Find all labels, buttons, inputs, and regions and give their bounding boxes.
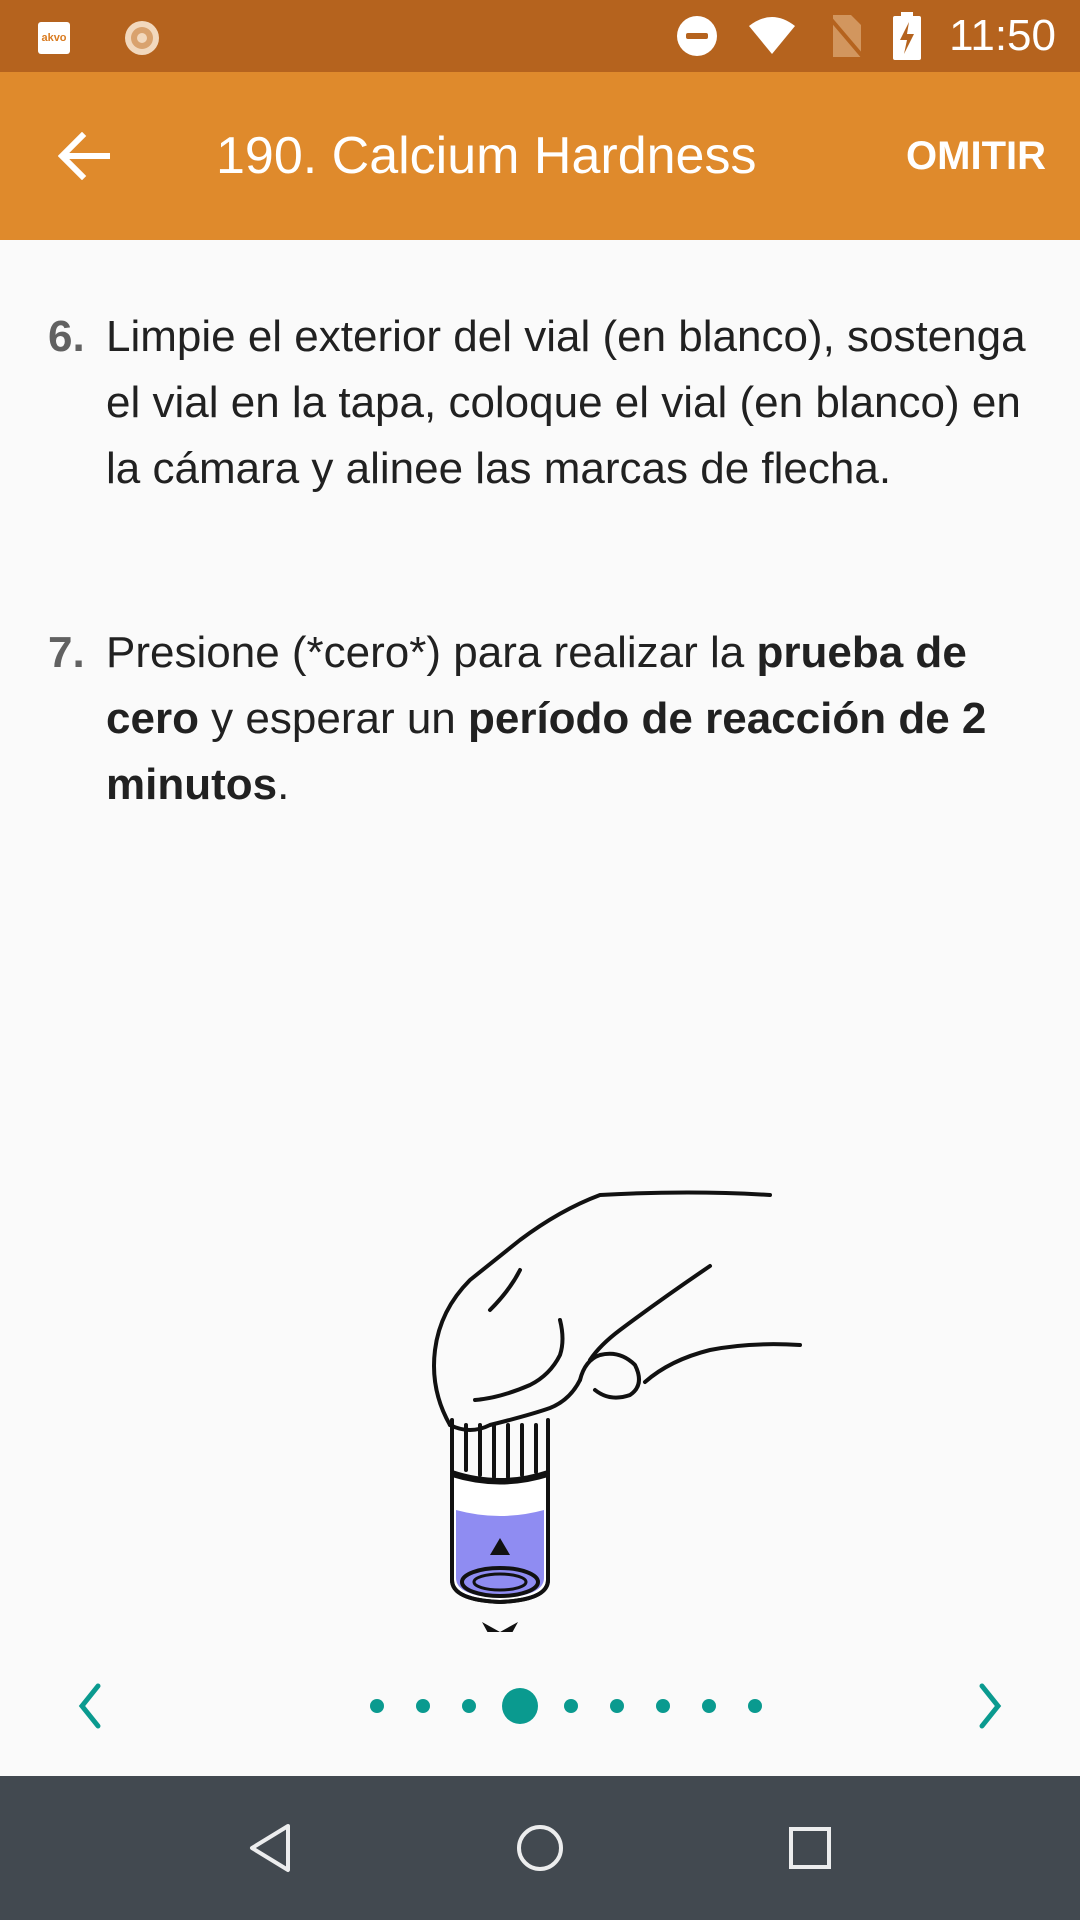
page-dot[interactable] — [610, 1699, 624, 1713]
chevron-left-icon — [78, 1683, 101, 1729]
skip-button[interactable]: OMITIR — [906, 72, 1046, 240]
step-text-plain: Presione (*cero*) para realizar la — [106, 628, 757, 677]
page-dot[interactable] — [462, 1699, 476, 1713]
home-circle-icon — [517, 1825, 563, 1871]
next-page-button[interactable] — [960, 1666, 1020, 1746]
page-dot[interactable] — [416, 1699, 430, 1713]
step-text-plain: . — [277, 760, 290, 809]
akvo-app-icon: akvo — [38, 22, 70, 54]
page-title: 190. Calcium Hardness — [216, 127, 757, 185]
arrow-back-icon — [58, 132, 110, 180]
page-dot[interactable] — [748, 1699, 762, 1713]
no-sim-icon — [827, 15, 865, 59]
clock: 11:50 — [949, 11, 1056, 60]
back-button[interactable] — [44, 116, 124, 196]
page-dot[interactable] — [370, 1699, 384, 1713]
sun-app-icon — [125, 21, 159, 55]
previous-page-button[interactable] — [60, 1666, 120, 1746]
wifi-icon — [749, 17, 796, 54]
nav-recents-button[interactable] — [774, 1812, 846, 1884]
page-indicator-bar — [0, 1636, 1080, 1776]
nav-back-button[interactable] — [234, 1812, 306, 1884]
instructions-content: 6. Limpie el exterior del vial (en blanc… — [0, 240, 1080, 1636]
step-text: Limpie el exterior del vial (en blanco),… — [106, 312, 1026, 493]
chevron-right-icon — [979, 1683, 1002, 1729]
step-text-plain: y esperar un — [198, 694, 468, 743]
status-bar: akvo 11:50 — [0, 0, 1080, 72]
page-dots — [354, 1686, 778, 1726]
battery-charging-icon — [893, 12, 922, 60]
app-bar: 190. Calcium Hardness OMITIR — [0, 72, 1080, 240]
nav-home-button[interactable] — [504, 1812, 576, 1884]
page-dot[interactable] — [564, 1699, 578, 1713]
do-not-disturb-icon — [677, 16, 718, 56]
step-number: 7. — [48, 628, 85, 677]
back-triangle-icon — [250, 1824, 290, 1872]
step-number: 6. — [48, 312, 85, 361]
system-navigation-bar — [0, 1776, 1080, 1920]
step-text: Presione (*cero*) para realizar la prueb… — [106, 620, 1046, 818]
page-dot[interactable] — [702, 1699, 716, 1713]
page-dot[interactable] — [656, 1699, 670, 1713]
page-dot-active[interactable] — [502, 1688, 538, 1724]
vial-insertion-illustration — [432, 1190, 802, 1632]
recents-square-icon — [789, 1827, 831, 1869]
